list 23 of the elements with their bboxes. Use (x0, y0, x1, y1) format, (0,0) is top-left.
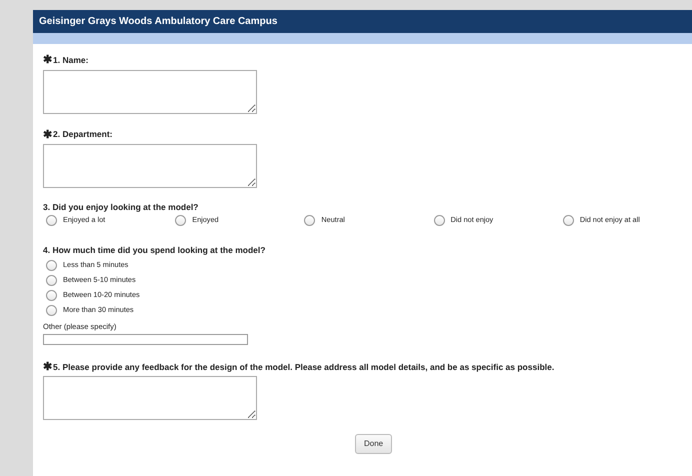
question-label: 5. Please provide any feedback for the design of the model. Please address all model details, and be as specific as possible. (53, 360, 554, 374)
page-title: Geisinger Grays Woods Ambulatory Care Campus (33, 10, 692, 33)
question-label: 4. How much time did you spend looking at the model? (43, 244, 266, 256)
required-icon: ✱ (43, 52, 52, 68)
radio-button[interactable] (46, 304, 57, 316)
question-label: 2. Department: (53, 128, 113, 142)
done-button[interactable]: Done (355, 434, 392, 454)
radio-button[interactable] (46, 290, 57, 300)
required-icon: ✱ (43, 358, 52, 376)
question-label: 3. Did you enjoy looking at the model? (43, 201, 198, 214)
answer-box[interactable] (43, 144, 257, 188)
radio-button[interactable] (434, 214, 445, 226)
answer-box[interactable] (43, 70, 257, 114)
radio-button[interactable] (46, 274, 57, 286)
other-field[interactable] (43, 334, 248, 345)
radio-button[interactable] (46, 260, 57, 270)
radio-button[interactable] (304, 214, 316, 226)
radio-button[interactable] (562, 214, 574, 226)
required-icon: ✱ (43, 126, 52, 143)
question-label: 1. Name: (53, 54, 88, 67)
radio-button[interactable] (46, 214, 57, 226)
radio-button[interactable] (175, 214, 186, 226)
answer-box[interactable] (43, 376, 257, 420)
